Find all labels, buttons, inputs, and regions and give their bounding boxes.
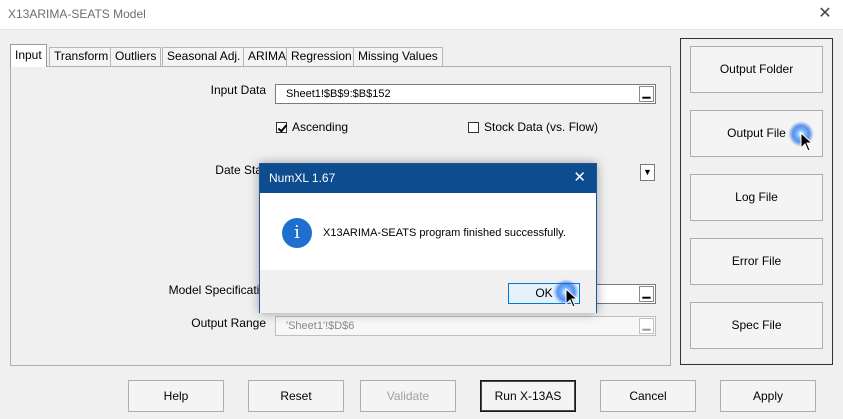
output-range-collapse-button[interactable]: ▁ (639, 318, 654, 334)
dialog-footer: OK (260, 270, 596, 313)
error-file-button[interactable]: Error File (690, 238, 823, 285)
info-icon: i (282, 218, 312, 248)
window-titlebar: X13ARIMA-SEATS Model ✕ (0, 0, 843, 30)
model-spec-field[interactable]: ▁ (596, 284, 656, 304)
window-title: X13ARIMA-SEATS Model (8, 7, 146, 21)
output-files-group: Output Folder Output File Log File Error… (680, 38, 833, 365)
tab-regression[interactable]: Regression (286, 47, 357, 66)
ascending-check-icon (276, 121, 287, 133)
tab-outliers[interactable]: Outliers (110, 47, 162, 66)
input-data-value: Sheet1!$B$9:$B$152 (286, 88, 391, 100)
ok-button[interactable]: OK (508, 283, 580, 304)
output-folder-button[interactable]: Output Folder (690, 46, 823, 93)
tab-transform[interactable]: Transform (49, 47, 114, 66)
run-x13as-button[interactable]: Run X-13AS (480, 380, 576, 412)
apply-button[interactable]: Apply (720, 380, 816, 412)
model-spec-collapse-button[interactable]: ▁ (639, 286, 654, 302)
output-range-value: 'Sheet1'!$D$6 (286, 320, 355, 332)
output-file-button[interactable]: Output File (690, 110, 823, 157)
date-start-dropdown-icon[interactable]: ▼ (640, 164, 655, 181)
tab-arima[interactable]: ARIMA (243, 47, 292, 66)
cancel-button[interactable]: Cancel (600, 380, 696, 412)
stock-data-label: Stock Data (vs. Flow) (484, 120, 599, 134)
tab-missing-values[interactable]: Missing Values (353, 47, 443, 66)
output-range-label: Output Range (191, 316, 266, 330)
window-close-icon[interactable]: ✕ (817, 5, 833, 23)
reset-button[interactable]: Reset (248, 380, 344, 412)
output-range-field[interactable]: 'Sheet1'!$D$6 ▁ (275, 316, 656, 336)
input-data-label: Input Data (210, 83, 266, 97)
stock-data-checkbox[interactable]: Stock Data (vs. Flow) (468, 120, 598, 134)
ascending-checkbox[interactable]: Ascending (276, 120, 348, 134)
spec-file-button[interactable]: Spec File (690, 302, 823, 349)
numxl-message-dialog: NumXL 1.67 ✕ i X13ARIMA-SEATS program fi… (259, 163, 597, 313)
help-button[interactable]: Help (128, 380, 224, 412)
dialog-close-icon[interactable]: ✕ (573, 168, 586, 186)
tab-seasonal-adj[interactable]: Seasonal Adj. (162, 47, 246, 66)
model-spec-label: Model Specificatio (168, 283, 266, 297)
input-data-field[interactable]: Sheet1!$B$9:$B$152 ▁ (275, 84, 656, 104)
validate-button[interactable]: Validate (360, 380, 456, 412)
ascending-label: Ascending (292, 120, 349, 134)
log-file-button[interactable]: Log File (690, 174, 823, 221)
dialog-titlebar: NumXL 1.67 ✕ (260, 164, 596, 193)
input-data-collapse-button[interactable]: ▁ (639, 86, 654, 102)
dialog-title: NumXL 1.67 (269, 171, 336, 185)
stock-data-check-icon (468, 121, 479, 133)
date-start-label: Date Star (215, 163, 266, 177)
dialog-message: X13ARIMA-SEATS program finished successf… (323, 227, 566, 239)
tab-input[interactable]: Input (10, 44, 47, 67)
